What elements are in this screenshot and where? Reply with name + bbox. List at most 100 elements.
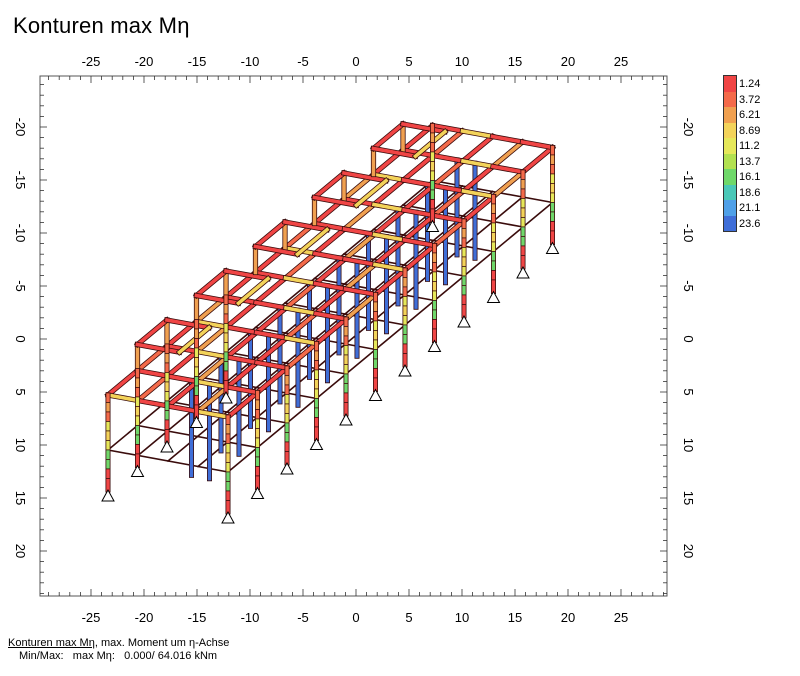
legend-entry: 23.6 — [723, 215, 789, 231]
support-triangle — [427, 339, 442, 352]
legend-value: 23.6 — [739, 217, 761, 230]
legend-swatch — [723, 184, 737, 200]
legend-value: 6.21 — [739, 109, 761, 121]
support-triangle — [101, 488, 115, 502]
x-tick-label-bottom: 15 — [508, 610, 522, 625]
y-tick-label-right: 15 — [681, 491, 696, 505]
y-tick-label-right: 20 — [681, 544, 696, 558]
legend-swatch — [723, 215, 737, 231]
x-tick-label-top: 5 — [405, 54, 412, 69]
longitudinal-beam — [343, 291, 379, 322]
y-tick-label-right: -10 — [681, 224, 696, 243]
min-max-line: Min/Max: max Mη: 0.000/ 64.016 kNm — [19, 650, 218, 662]
x-tick-label-top: 25 — [614, 54, 628, 69]
support-triangle — [398, 363, 412, 377]
legend-entry: 21.1 — [723, 200, 789, 216]
support-triangle — [160, 439, 174, 453]
lower-beam — [433, 274, 466, 302]
longitudinal-beam — [460, 163, 496, 194]
portal-beam — [252, 219, 288, 250]
legend-value: 16.1 — [739, 171, 761, 183]
longitudinal-beam — [520, 144, 556, 175]
longitudinal-beam — [461, 193, 497, 224]
longitudinal-beam — [223, 299, 259, 330]
x-tick-label-bottom: -5 — [297, 610, 309, 625]
y-tick-label-right: 5 — [681, 388, 696, 395]
legend-entry: 13.7 — [723, 153, 789, 169]
longitudinal-beam — [402, 242, 438, 273]
legend-entry: 1.24 — [723, 76, 789, 92]
x-tick-label-top: 0 — [352, 54, 359, 69]
longitudinal-beam — [400, 152, 436, 183]
portal-beam — [134, 317, 170, 348]
legend-value: 18.6 — [739, 186, 761, 199]
legend-value: 3.72 — [739, 93, 761, 106]
support-triangle — [250, 486, 265, 499]
structure-plot: -25 -25 -20 -20 -15 -15 -10 -10 -5 -5 0 0 5 5 10 10 15 15… — [13, 54, 696, 625]
x-tick-label-top: -5 — [297, 54, 309, 69]
support-triangle — [130, 464, 145, 477]
legend-entry: 11.2 — [723, 138, 789, 154]
x-tick-label-bottom: -20 — [135, 610, 154, 625]
x-tick-label-bottom: 25 — [614, 610, 628, 625]
x-tick-label-top: -10 — [241, 54, 260, 69]
lower-beam — [226, 446, 259, 474]
support-triangle — [221, 510, 235, 524]
frame-structure — [104, 120, 557, 515]
legend-value: 21.1 — [739, 202, 761, 214]
y-tick-label-right: 0 — [681, 335, 696, 342]
x-tick-label-bottom: 20 — [561, 610, 575, 625]
support-triangle — [309, 437, 324, 450]
legend-swatch — [723, 138, 737, 154]
longitudinal-beam — [164, 348, 200, 379]
x-tick-label-bottom: 0 — [352, 610, 359, 625]
x-tick-label-top: 20 — [561, 54, 575, 69]
lower-beam — [491, 195, 524, 223]
y-tick-label-right: 10 — [681, 438, 696, 452]
legend-value: 13.7 — [739, 155, 761, 168]
y-tick-label-left: 20 — [13, 544, 28, 558]
support-triangle — [457, 314, 471, 328]
lower-beam — [492, 225, 525, 253]
x-tick-label-top: -25 — [82, 54, 101, 69]
caption-title: Konturen max Mη — [8, 637, 95, 649]
y-tick-label-left: 10 — [13, 438, 28, 452]
lower-beam — [462, 220, 495, 248]
x-tick-label-top: -15 — [188, 54, 207, 69]
legend-entry: 8.69 — [723, 122, 789, 138]
legend-entry: 3.72 — [723, 91, 789, 107]
x-tick-label-bottom: -15 — [188, 610, 207, 625]
legend-swatch — [723, 107, 737, 123]
y-tick-label-left: -5 — [13, 280, 28, 292]
longitudinal-beam — [313, 316, 349, 347]
longitudinal-beam — [490, 139, 526, 170]
legend-value: 11.2 — [739, 140, 760, 152]
plot-frame — [39, 75, 668, 597]
legend-border-bottom — [723, 231, 737, 232]
x-tick-label-top: 10 — [455, 54, 469, 69]
y-tick-label-right: -20 — [681, 118, 696, 137]
lower-beam — [315, 372, 348, 400]
longitudinal-beam — [490, 169, 526, 200]
y-tick-label-left: 0 — [13, 335, 28, 342]
legend-swatch — [723, 169, 737, 185]
legend-swatch — [723, 91, 737, 107]
legend-swatch — [723, 153, 737, 169]
lower-beam — [106, 424, 139, 452]
lower-beam — [285, 397, 318, 425]
longitudinal-beam — [135, 373, 171, 404]
longitudinal-beam — [431, 218, 467, 249]
x-tick-label-top: -20 — [135, 54, 154, 69]
y-tick-label-left: 15 — [13, 491, 28, 505]
support-triangle — [280, 461, 294, 475]
support-triangle — [516, 265, 530, 279]
lower-beam — [344, 348, 377, 376]
x-tick-label-bottom: -10 — [241, 610, 260, 625]
longitudinal-beam — [254, 365, 290, 396]
y-tick-label-left: -15 — [13, 171, 28, 190]
longitudinal-beam — [282, 250, 318, 281]
y-tick-label-left: 5 — [13, 388, 28, 395]
result-caption: Konturen max Mη, max. Moment um η-Achse … — [8, 637, 229, 663]
legend-swatch — [723, 76, 737, 92]
legend-entry: 6.21 — [723, 107, 789, 123]
